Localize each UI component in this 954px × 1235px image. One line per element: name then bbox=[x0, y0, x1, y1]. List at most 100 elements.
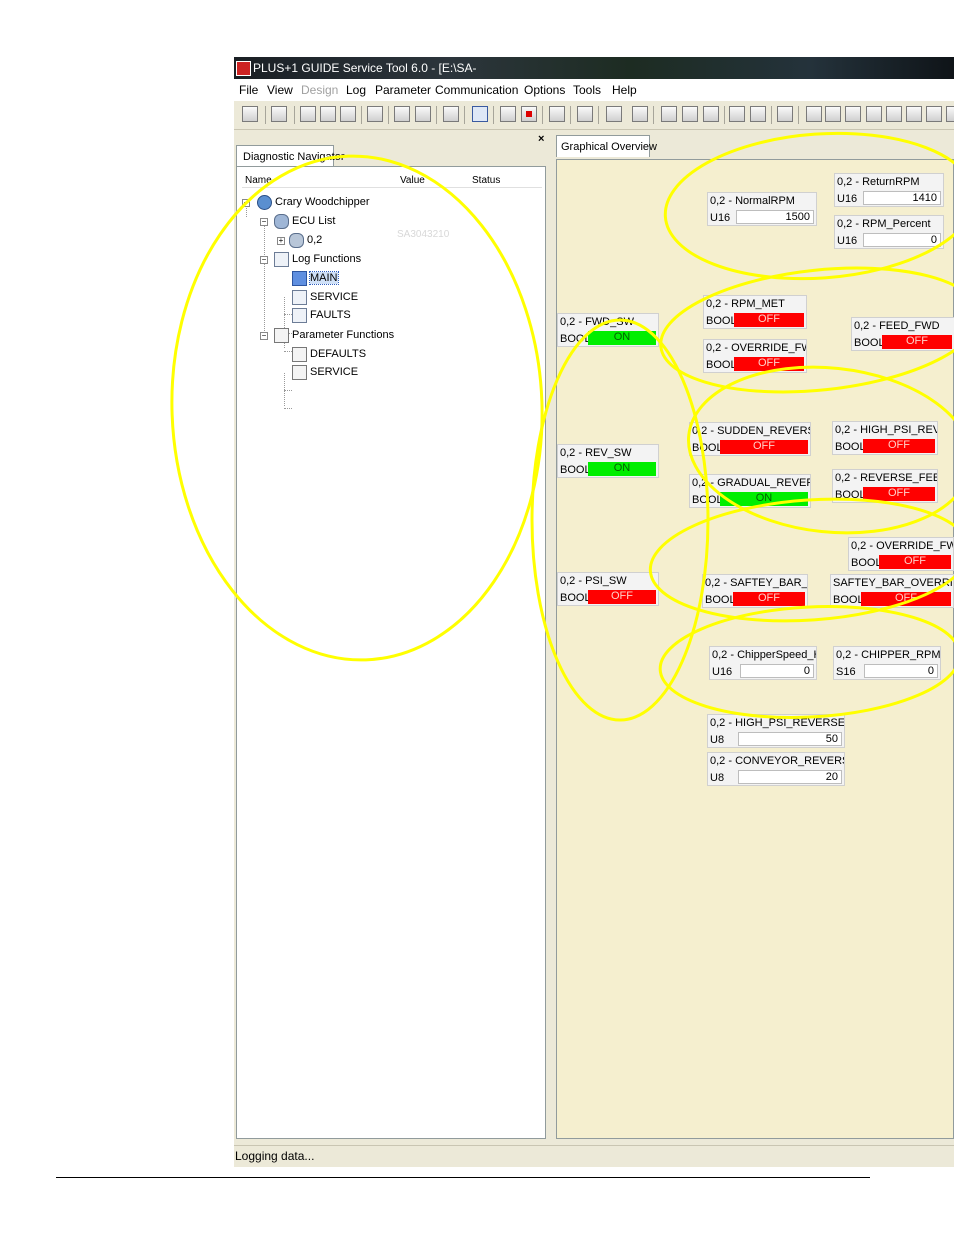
document-copy-icon[interactable] bbox=[682, 106, 698, 122]
menu-parameter[interactable]: Parameter bbox=[375, 83, 431, 97]
play-icon[interactable] bbox=[500, 106, 516, 122]
value-display: 1500 bbox=[736, 210, 814, 224]
menu-log[interactable]: Log bbox=[346, 83, 366, 97]
tree-param-service[interactable]: SERVICE bbox=[292, 364, 358, 380]
widget-normal-rpm: 0,2 - NormalRPM U16 1500 bbox=[707, 192, 817, 226]
log-icon bbox=[274, 251, 289, 267]
menu-view[interactable]: View bbox=[267, 83, 293, 97]
globe-icon bbox=[257, 194, 272, 210]
widget-high-psi-rev: 0,2 - HIGH_PSI_REV BOOL OFF bbox=[832, 421, 938, 455]
open-folder-icon[interactable] bbox=[320, 106, 336, 122]
download-icon[interactable] bbox=[394, 106, 410, 122]
import-icon[interactable] bbox=[606, 106, 622, 122]
widget-psi-sw: 0,2 - PSI_SW BOOL OFF bbox=[557, 572, 659, 606]
diagnostic-navigator-panel: × Diagnostic Navigator Name Value Status… bbox=[234, 133, 550, 1141]
app-icon bbox=[236, 61, 251, 76]
value-display: 0 bbox=[863, 233, 941, 247]
tree-header: Name Value Status bbox=[242, 175, 542, 188]
widget-feed-fwd: 0,2 - FEED_FWD BOOL OFF bbox=[851, 317, 954, 351]
tree-log-faults[interactable]: FAULTS bbox=[292, 307, 351, 323]
column-name[interactable]: Name bbox=[245, 175, 272, 186]
navigator-tree: Name Value Status − Crary Woodchipper − … bbox=[236, 166, 546, 1139]
tree-ecu[interactable]: 0,2 bbox=[289, 232, 322, 248]
export-icon[interactable] bbox=[632, 106, 648, 122]
edit-icon[interactable] bbox=[367, 106, 383, 122]
status-indicator: OFF bbox=[863, 487, 935, 501]
stop-icon[interactable] bbox=[521, 106, 537, 122]
status-indicator: OFF bbox=[588, 590, 656, 604]
tree-log-main[interactable]: MAIN bbox=[292, 270, 339, 286]
page-icon[interactable] bbox=[729, 106, 745, 122]
tab-diagnostic-navigator[interactable]: Diagnostic Navigator bbox=[236, 145, 345, 167]
document-save-icon[interactable] bbox=[703, 106, 719, 122]
log-icon bbox=[292, 270, 307, 286]
status-indicator: ON bbox=[588, 331, 656, 345]
widget-rev-sw: 0,2 - REV_SW BOOL ON bbox=[557, 444, 659, 478]
menu-options[interactable]: Options bbox=[524, 83, 565, 97]
column-status[interactable]: Status bbox=[472, 175, 500, 186]
tree-ecu-list[interactable]: ECU List bbox=[274, 213, 335, 229]
status-indicator: OFF bbox=[734, 357, 804, 371]
widget-chipper-rpm: 0,2 - CHIPPER_RPM S16 0 bbox=[833, 646, 941, 680]
tab-graphical-overview[interactable]: Graphical Overview bbox=[556, 135, 657, 157]
value-display: 20 bbox=[738, 770, 842, 784]
menu-help[interactable]: Help bbox=[612, 83, 637, 97]
new-file-icon[interactable] bbox=[300, 106, 316, 122]
tree-param-defaults[interactable]: DEFAULTS bbox=[292, 346, 366, 362]
value-display: 0 bbox=[740, 664, 814, 678]
widget-gradual-reverse: 0,2 - GRADUAL_REVERSE BOOL ON bbox=[689, 474, 811, 508]
widget-high-psi-reverse-tim: 0,2 - HIGH_PSI_REVERSE_TIM U8 50 bbox=[707, 714, 845, 748]
tool-4-icon[interactable] bbox=[866, 106, 882, 122]
log-icon bbox=[292, 289, 307, 305]
tool-8-icon[interactable] bbox=[946, 106, 954, 122]
menu-bar: File View Design Log Parameter Communica… bbox=[234, 79, 954, 101]
expand-ecu-icon[interactable]: + bbox=[277, 237, 285, 245]
send-icon[interactable] bbox=[777, 106, 793, 122]
menu-communication[interactable]: Communication bbox=[435, 83, 518, 97]
menu-tools[interactable]: Tools bbox=[573, 83, 601, 97]
parameter-icon bbox=[292, 364, 307, 380]
upload-icon[interactable] bbox=[415, 106, 431, 122]
document-icon[interactable] bbox=[661, 106, 677, 122]
status-text: Logging data... bbox=[235, 1149, 315, 1163]
collapse-root-icon[interactable]: − bbox=[242, 199, 250, 207]
toolbar bbox=[234, 101, 954, 130]
save-icon[interactable] bbox=[340, 106, 356, 122]
widget-reverse-feed: 0,2 - REVERSE_FEED BOOL OFF bbox=[832, 469, 938, 503]
collapse-parameter-functions-icon[interactable]: − bbox=[260, 332, 268, 340]
tool-7-icon[interactable] bbox=[926, 106, 942, 122]
tree-root[interactable]: Crary Woodchipper bbox=[257, 194, 370, 210]
tool-2-icon[interactable] bbox=[825, 106, 841, 122]
widget-override-fwd-2: 0,2 - OVERRIDE_FWD BOOL OFF bbox=[848, 537, 954, 571]
log-icon bbox=[292, 307, 307, 323]
collapse-log-functions-icon[interactable]: − bbox=[260, 256, 268, 264]
page-alt-icon[interactable] bbox=[750, 106, 766, 122]
tree-log-service[interactable]: SERVICE bbox=[292, 289, 358, 305]
connect-icon[interactable] bbox=[242, 106, 258, 122]
inspect-icon[interactable] bbox=[443, 106, 459, 122]
widget-saftey-bar-sw: 0,2 - SAFTEY_BAR_SW BOOL OFF bbox=[702, 574, 808, 608]
column-value[interactable]: Value bbox=[400, 175, 425, 186]
tool-6-icon[interactable] bbox=[906, 106, 922, 122]
tool-1-icon[interactable] bbox=[806, 106, 822, 122]
collapse-ecu-list-icon[interactable]: − bbox=[260, 218, 268, 226]
tree-parameter-functions[interactable]: Parameter Functions bbox=[274, 327, 394, 343]
copy-icon[interactable] bbox=[577, 106, 593, 122]
tool-3-icon[interactable] bbox=[845, 106, 861, 122]
ecu-icon[interactable] bbox=[271, 106, 287, 122]
tool-5-icon[interactable] bbox=[886, 106, 902, 122]
status-indicator: OFF bbox=[733, 592, 805, 606]
value-display: 1410 bbox=[863, 191, 941, 205]
widget-chipper-speed-hz: 0,2 - ChipperSpeed_Hz U16 0 bbox=[709, 646, 817, 680]
ecu-icon bbox=[289, 232, 304, 248]
menu-file[interactable]: File bbox=[239, 83, 258, 97]
tree-log-functions[interactable]: Log Functions bbox=[274, 251, 361, 267]
value-display: 0 bbox=[864, 664, 938, 678]
status-indicator: OFF bbox=[879, 555, 951, 569]
status-indicator: OFF bbox=[863, 439, 935, 453]
status-indicator: OFF bbox=[882, 335, 952, 349]
title-bar[interactable]: PLUS+1 GUIDE Service Tool 6.0 - [E:\SA- bbox=[234, 57, 954, 79]
close-icon[interactable]: × bbox=[538, 133, 544, 145]
navigator-toggle-icon[interactable] bbox=[472, 106, 488, 122]
clock-icon[interactable] bbox=[549, 106, 565, 122]
